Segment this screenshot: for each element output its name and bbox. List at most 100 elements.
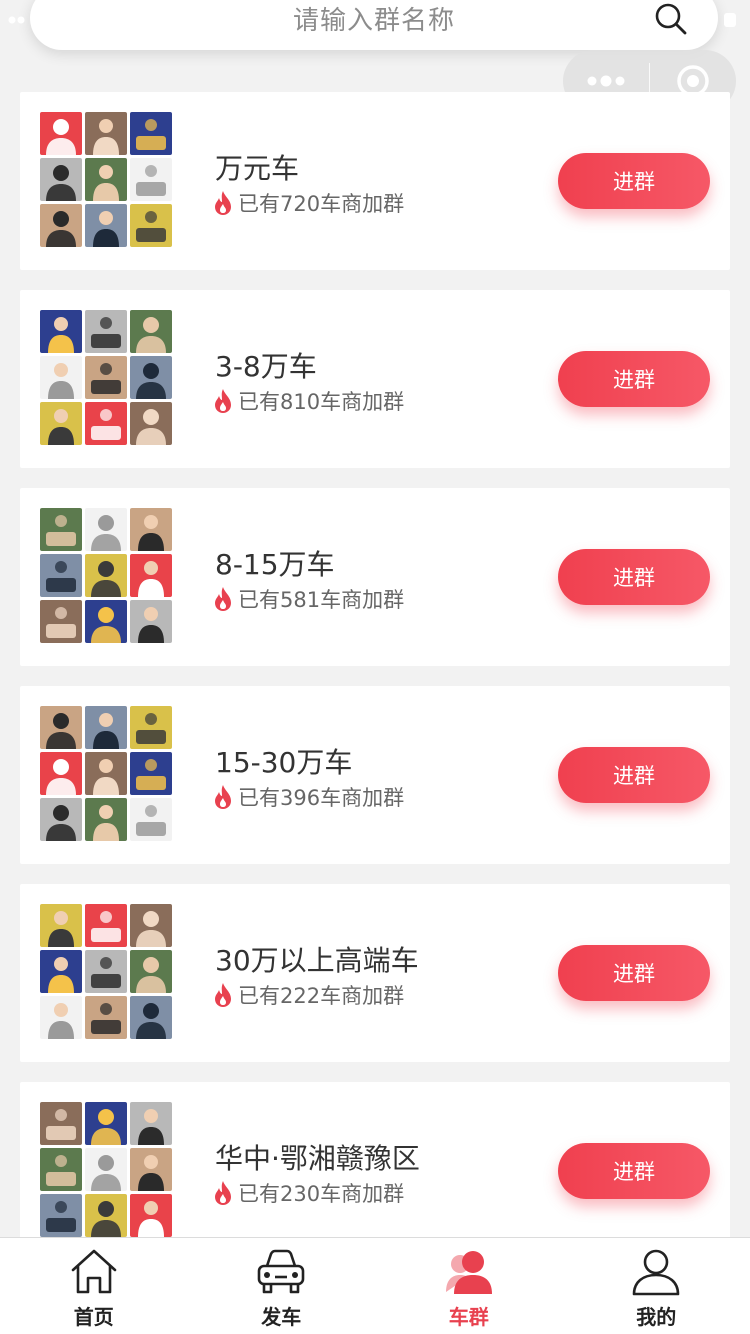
member-avatar — [130, 204, 172, 247]
member-avatar — [85, 798, 127, 841]
car-icon — [257, 1249, 305, 1294]
group-member-count: 已有396车商加群 — [238, 786, 405, 810]
tab-post-car[interactable]: 发车 — [188, 1238, 376, 1334]
member-avatar — [85, 402, 127, 445]
group-name: 8-15万车 — [215, 548, 335, 581]
member-avatar — [85, 158, 127, 201]
home-icon — [71, 1249, 117, 1294]
join-group-button[interactable]: 进群 — [558, 1143, 710, 1199]
flame-icon — [215, 389, 231, 413]
tab-car-groups[interactable]: 车群 — [375, 1238, 563, 1334]
member-avatar — [85, 508, 127, 551]
bottom-tab-bar: 首页 发车 车群 我的 — [0, 1237, 750, 1334]
group-meta: 已有230车商加群 — [212, 1178, 404, 1208]
member-avatar — [40, 950, 82, 993]
member-avatar — [130, 356, 172, 399]
group-card[interactable]: 15-30万车 已有396车商加群 进群 — [20, 686, 730, 864]
member-avatar — [85, 310, 127, 353]
member-avatar — [40, 996, 82, 1039]
member-avatar — [85, 904, 127, 947]
group-meta: 已有396车商加群 — [212, 782, 404, 812]
group-member-count: 已有222车商加群 — [238, 984, 405, 1008]
member-avatar — [130, 402, 172, 445]
flame-icon — [215, 983, 231, 1007]
group-card[interactable]: 万元车 已有720车商加群 进群 — [20, 92, 730, 270]
tab-label: 我的 — [636, 1305, 677, 1329]
join-group-button[interactable]: 进群 — [558, 549, 710, 605]
group-avatar-collage — [40, 904, 172, 1040]
group-avatar-collage — [40, 508, 172, 644]
member-avatar — [40, 554, 82, 597]
join-group-button[interactable]: 进群 — [558, 747, 710, 803]
group-name: 15-30万车 — [215, 746, 353, 779]
group-meta: 已有720车商加群 — [212, 188, 404, 218]
tab-mine[interactable]: 我的 — [563, 1238, 750, 1334]
member-avatar — [130, 798, 172, 841]
member-avatar — [130, 706, 172, 749]
member-avatar — [40, 1148, 82, 1191]
member-avatar — [40, 1194, 82, 1237]
member-avatar — [40, 112, 82, 155]
group-card[interactable]: 3-8万车 已有810车商加群 进群 — [20, 290, 730, 468]
group-member-count: 已有581车商加群 — [238, 588, 405, 612]
member-avatar — [130, 904, 172, 947]
group-avatar-collage — [40, 706, 172, 842]
member-avatar — [130, 996, 172, 1039]
user-icon — [632, 1249, 680, 1296]
group-name: 30万以上高端车 — [215, 944, 419, 977]
search-bar[interactable]: 请输入群名称 — [30, 0, 718, 50]
group-member-count: 已有810车商加群 — [238, 390, 405, 414]
search-input[interactable]: 请输入群名称 — [293, 0, 455, 37]
member-avatar — [40, 798, 82, 841]
member-avatar — [85, 1194, 127, 1237]
group-member-count: 已有720车商加群 — [238, 192, 405, 216]
member-avatar — [40, 508, 82, 551]
member-avatar — [85, 600, 127, 643]
group-icon — [445, 1251, 492, 1294]
member-avatar — [85, 996, 127, 1039]
member-avatar — [130, 554, 172, 597]
member-avatar — [40, 310, 82, 353]
battery-icon — [724, 13, 736, 27]
group-name: 华中·鄂湘赣豫区 — [215, 1142, 420, 1175]
group-card[interactable]: 30万以上高端车 已有222车商加群 进群 — [20, 884, 730, 1062]
join-group-button[interactable]: 进群 — [558, 945, 710, 1001]
member-avatar — [130, 950, 172, 993]
flame-icon — [215, 1181, 231, 1205]
tab-label: 首页 — [73, 1305, 114, 1329]
member-avatar — [130, 310, 172, 353]
member-avatar — [85, 204, 127, 247]
flame-icon — [215, 587, 231, 611]
member-avatar — [130, 1102, 172, 1145]
member-avatar — [130, 158, 172, 201]
flame-icon — [215, 191, 231, 215]
member-avatar — [85, 1102, 127, 1145]
join-group-button[interactable]: 进群 — [558, 351, 710, 407]
member-avatar — [130, 752, 172, 795]
group-card[interactable]: 8-15万车 已有581车商加群 进群 — [20, 488, 730, 666]
tab-home[interactable]: 首页 — [0, 1238, 188, 1334]
member-avatar — [130, 508, 172, 551]
signal-dots-icon — [8, 16, 25, 24]
group-card[interactable]: 华中·鄂湘赣豫区 已有230车商加群 进群 — [20, 1082, 730, 1260]
member-avatar — [130, 1194, 172, 1237]
member-avatar — [130, 1148, 172, 1191]
search-icon[interactable] — [654, 2, 688, 36]
member-avatar — [40, 158, 82, 201]
member-avatar — [85, 554, 127, 597]
tab-label: 车群 — [448, 1305, 489, 1329]
join-group-button[interactable]: 进群 — [558, 153, 710, 209]
group-name: 万元车 — [215, 152, 300, 185]
member-avatar — [85, 950, 127, 993]
member-avatar — [40, 600, 82, 643]
member-avatar — [40, 904, 82, 947]
member-avatar — [40, 356, 82, 399]
tab-label: 发车 — [261, 1305, 302, 1329]
group-name: 3-8万车 — [215, 350, 317, 383]
group-meta: 已有810车商加群 — [212, 386, 404, 416]
member-avatar — [85, 356, 127, 399]
member-avatar — [40, 204, 82, 247]
member-avatar — [85, 112, 127, 155]
member-avatar — [40, 752, 82, 795]
member-avatar — [40, 1102, 82, 1145]
